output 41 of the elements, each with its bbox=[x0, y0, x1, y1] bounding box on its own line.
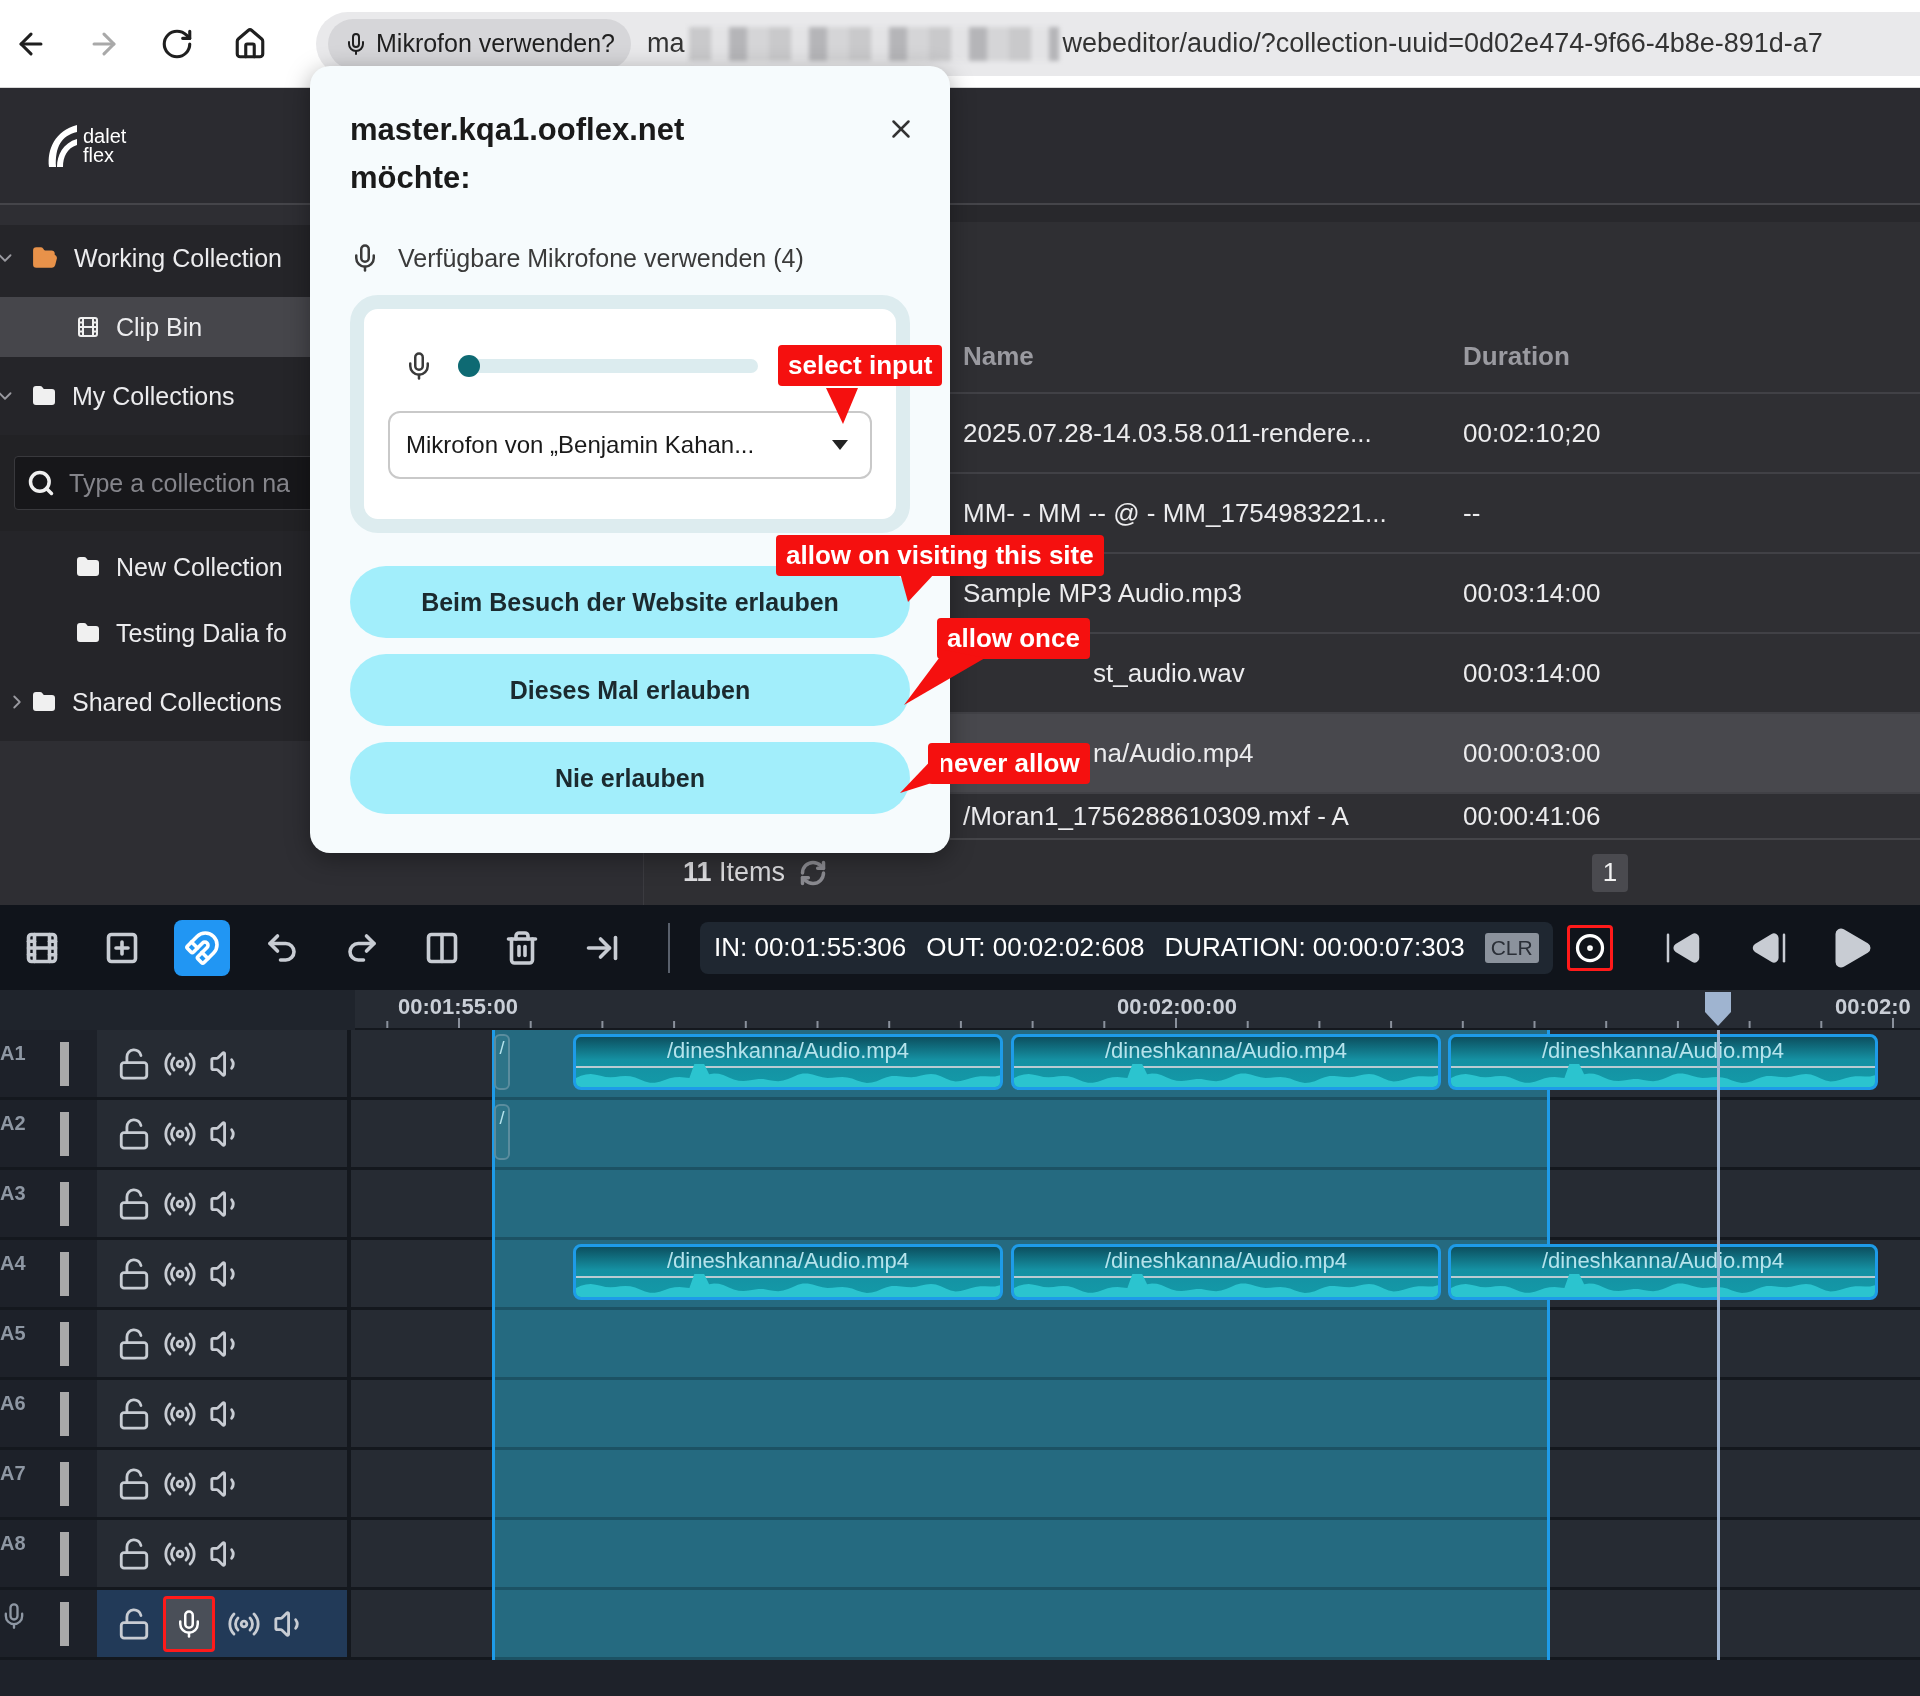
name-cell-text: Sample MP3 Audio.mp3 bbox=[963, 577, 1243, 609]
clip-label: /dineshkanna/Audio.mp4 bbox=[1103, 1037, 1349, 1065]
name-cell-text: /Moran1_1756288610309.mxf - A bbox=[963, 800, 1350, 832]
in-time: IN: 00:01:55:306 bbox=[714, 932, 907, 963]
track-label: A5 bbox=[0, 1321, 27, 1346]
track-label: A6 bbox=[0, 1391, 27, 1416]
clip-label: / bbox=[499, 1107, 505, 1130]
clip-label: /dineshkanna/Audio.mp4 bbox=[665, 1037, 911, 1065]
time-label: 00:02:0 bbox=[1835, 994, 1911, 1020]
duration-cell: 00:00:03:00 bbox=[1463, 737, 1601, 769]
track-label: A4 bbox=[0, 1251, 27, 1276]
permission-text: Verfügbare Mikrofone verwenden (4) bbox=[398, 243, 804, 273]
annotation-callout: select input bbox=[778, 345, 943, 386]
duration-time: DURATION: 00:00:07:303 bbox=[1164, 932, 1465, 963]
time-label: 00:01:55:00 bbox=[398, 994, 518, 1020]
name-cell-text: 2025.07.28-14.03.58.011-rendere... bbox=[963, 417, 1373, 449]
prompt-text: möchte: bbox=[350, 159, 472, 197]
duration-cell: 00:00:41:06 bbox=[1463, 800, 1601, 832]
item-count: 11 Items bbox=[683, 857, 786, 888]
clip-label: /dineshkanna/Audio.mp4 bbox=[1103, 1247, 1349, 1275]
name-cell-text: MM- - MM -- @ - MM_1754983221... bbox=[963, 497, 1388, 529]
url-text: ma bbox=[647, 28, 685, 59]
track-label: A8 bbox=[0, 1531, 27, 1556]
track-label: A1 bbox=[0, 1041, 27, 1066]
name-cell-text: na/Audio.mp4 bbox=[1093, 737, 1255, 769]
site-name: master.kqa1.ooflex.net bbox=[350, 111, 685, 149]
duration-cell: 00:03:14:00 bbox=[1463, 577, 1601, 609]
url-text: webeditor/audio/?collection-uuid=0d02e474-9f66-4b8e-891d-a7 bbox=[1062, 28, 1823, 59]
clip-label: /dineshkanna/Audio.mp4 bbox=[665, 1247, 911, 1275]
duration-cell: 00:02:10;20 bbox=[1463, 417, 1601, 449]
logo-text: dalet flex bbox=[83, 126, 127, 165]
track-label: A2 bbox=[0, 1111, 27, 1136]
track-label: A7 bbox=[0, 1461, 27, 1486]
annotation-callout: allow once bbox=[937, 618, 1090, 659]
name-cell-text: st_audio.wav bbox=[1093, 657, 1246, 689]
out-time: OUT: 00:02:02:608 bbox=[926, 932, 1145, 963]
clip-label: / bbox=[499, 1037, 505, 1060]
time-label: 00:02:00:00 bbox=[1117, 994, 1237, 1020]
duration-cell: 00:03:14:00 bbox=[1463, 657, 1601, 689]
duration-cell: -- bbox=[1463, 497, 1481, 529]
track-label: A3 bbox=[0, 1181, 27, 1206]
